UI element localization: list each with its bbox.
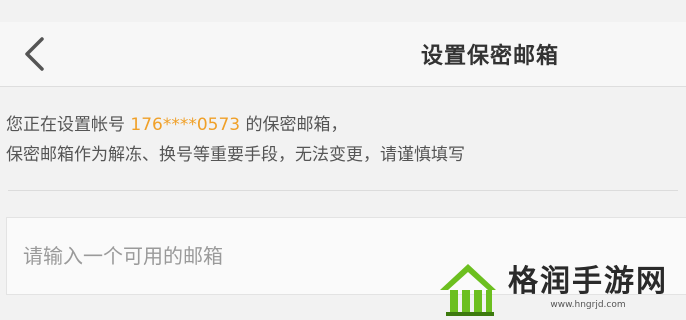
info-prefix: 您正在设置帐号 [6, 115, 125, 135]
watermark-logo-icon [440, 264, 496, 316]
account-number: 176****0573 [130, 115, 241, 135]
info-line-2: 保密邮箱作为解冻、换号等重要手段，无法变更，请谨慎填写 [6, 145, 465, 165]
info-text: 您正在设置帐号 176****0573 的保密邮箱， 保密邮箱作为解冻、换号等重… [6, 110, 680, 170]
watermark-url: www.hngrjd.com [550, 300, 626, 310]
watermark-name: 格润手游网 [508, 264, 668, 299]
info-line-1: 您正在设置帐号 176****0573 的保密邮箱， [6, 110, 680, 140]
watermark: 格润手游网 www.hngrjd.com [438, 258, 668, 318]
header-bar: 设置保密邮箱 [0, 22, 686, 87]
divider [8, 190, 678, 191]
back-button[interactable] [12, 32, 56, 76]
info-suffix: 的保密邮箱， [245, 115, 348, 135]
page-title: 设置保密邮箱 [420, 44, 559, 69]
chevron-left-icon [25, 37, 44, 71]
